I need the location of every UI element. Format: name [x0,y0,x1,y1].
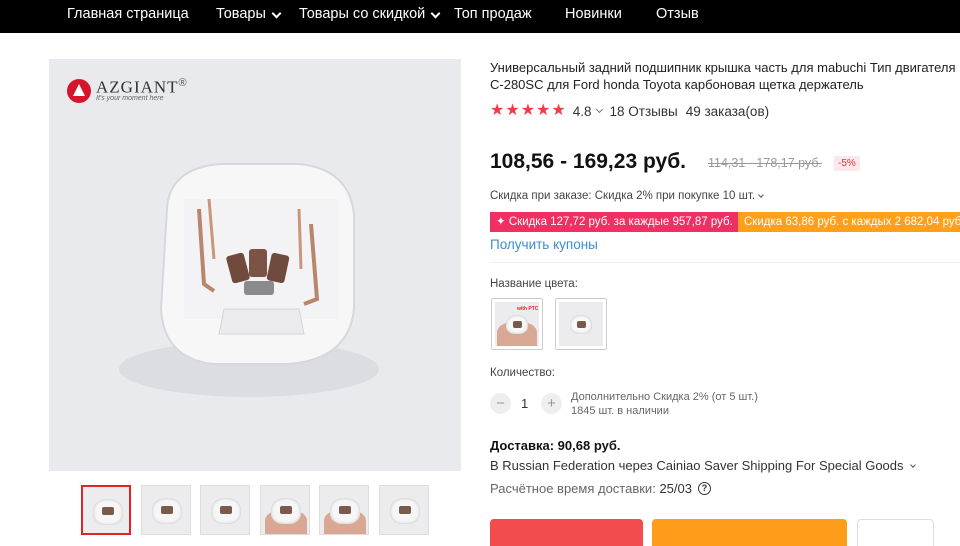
color-swatch-2[interactable] [555,298,607,350]
swatch-tag: with PTC [517,306,539,312]
product-title-line-2: C-280SC для Ford honda Toyota карбоновая… [490,77,864,92]
rating-row: ★ ★ ★ ★ ★ 4.8 18 Отзывы 49 заказа(ов) [490,102,769,120]
help-icon[interactable]: ? [697,482,711,495]
quantity-input[interactable]: 1 [521,396,528,411]
thumbnail-4[interactable] [260,485,310,535]
nav-discounted-label: Товары со скидкой [299,6,426,22]
star-icon: ★ [520,102,536,119]
thumbnail-1[interactable] [81,485,131,535]
nav-top-sales-label: Топ продаж [454,6,532,22]
chevron-down-icon[interactable] [595,105,603,114]
brand-logo: AZGIANT® It's your moment here [67,77,187,103]
divider [490,262,960,263]
delivery-estimate-label: Расчётное время доставки: [490,481,656,496]
get-coupons-link[interactable]: Получить купоны [490,237,598,252]
chevron-down-icon [758,192,764,198]
nav-top-sales[interactable]: Топ продаж [454,0,532,33]
product-photo [119,163,379,397]
old-price: 114,31 - 178,17 руб. [708,156,822,170]
color-label: Название цвета: [490,278,578,290]
quantity-label: Количество: [490,367,555,379]
nav-products-label: Товары [216,6,266,22]
star-icon: ★ [505,102,520,119]
order-discount[interactable]: Скидка при заказе: Скидка 2% при покупке… [490,190,764,202]
nav-products[interactable]: Товары [216,0,282,33]
shipping-price: Доставка: 90,68 руб. [490,438,621,453]
thumbnail-5[interactable] [319,485,369,535]
quantity-minus-button[interactable]: − [490,393,511,414]
shipping-route-text: В Russian Federation через Cainiao Saver… [490,458,904,473]
brand-logo-icon [67,79,91,103]
thumbnail-3[interactable] [200,485,250,535]
chevron-down-icon [271,8,282,18]
star-icon: ★ [551,102,566,119]
delivery-estimate: Расчётное время доставки: 25/03 ? [490,481,711,496]
thumbnail-6[interactable] [379,485,429,535]
brand-name: AZGIANT [96,77,179,97]
main-product-image[interactable]: AZGIANT® It's your moment here [49,59,461,471]
order-discount-text: Скидка при заказе: Скидка 2% при покупке… [490,190,756,202]
coupon-badge-2[interactable]: Скидка 63,86 руб. с каждых 2 682,04 руб. [738,212,960,232]
nav-new-label: Новинки [565,6,622,22]
nav-feedback-label: Отзыв [656,6,699,22]
star-icon: ★ [536,102,551,119]
coupon-badge-1[interactable]: ✦ Скидка 127,72 руб. за каждые 957,87 ру… [490,212,739,232]
wishlist-button[interactable] [857,519,934,546]
reviews-link[interactable]: 18 Отзывы [610,104,678,119]
delivery-estimate-value: 25/03 [659,481,692,496]
quantity-info: Дополнительно Скидка 2% (от 5 шт.) 1845 … [571,390,758,418]
top-navigation: Главная страница Товары Товары со скидко… [0,0,960,33]
thumbnail-strip [81,485,431,535]
product-title-line-1: Универсальный задний подшипник крышка ча… [490,60,956,75]
nav-feedback[interactable]: Отзыв [656,0,699,33]
discount-badge: -5% [834,156,860,171]
orders-count: 49 заказа(ов) [685,103,770,119]
chevron-down-icon [430,8,441,18]
thumbnail-2[interactable] [141,485,191,535]
nav-home[interactable]: Главная страница [67,0,189,33]
star-icon: ★ [490,102,505,119]
bulk-discount-text: Дополнительно Скидка 2% (от 5 шт.) [571,391,758,403]
nav-home-label: Главная страница [67,6,189,22]
price-range: 108,56 - 169,23 руб. [490,150,686,173]
chevron-down-icon [909,461,916,468]
buy-now-button[interactable] [490,519,643,546]
nav-new[interactable]: Новинки [565,0,622,33]
quantity-plus-button[interactable]: + [541,393,562,414]
stock-text: 1845 шт. в наличии [571,405,669,417]
product-title: Универсальный задний подшипник крышка ча… [490,59,960,93]
rating-value[interactable]: 4.8 [573,104,592,119]
nav-discounted[interactable]: Товары со скидкой [299,0,441,33]
add-to-cart-button[interactable] [652,519,847,546]
color-swatch-1[interactable]: with PTC [491,298,543,350]
brand-registered: ® [178,77,187,89]
shipping-route[interactable]: В Russian Federation через Cainiao Saver… [490,458,916,473]
